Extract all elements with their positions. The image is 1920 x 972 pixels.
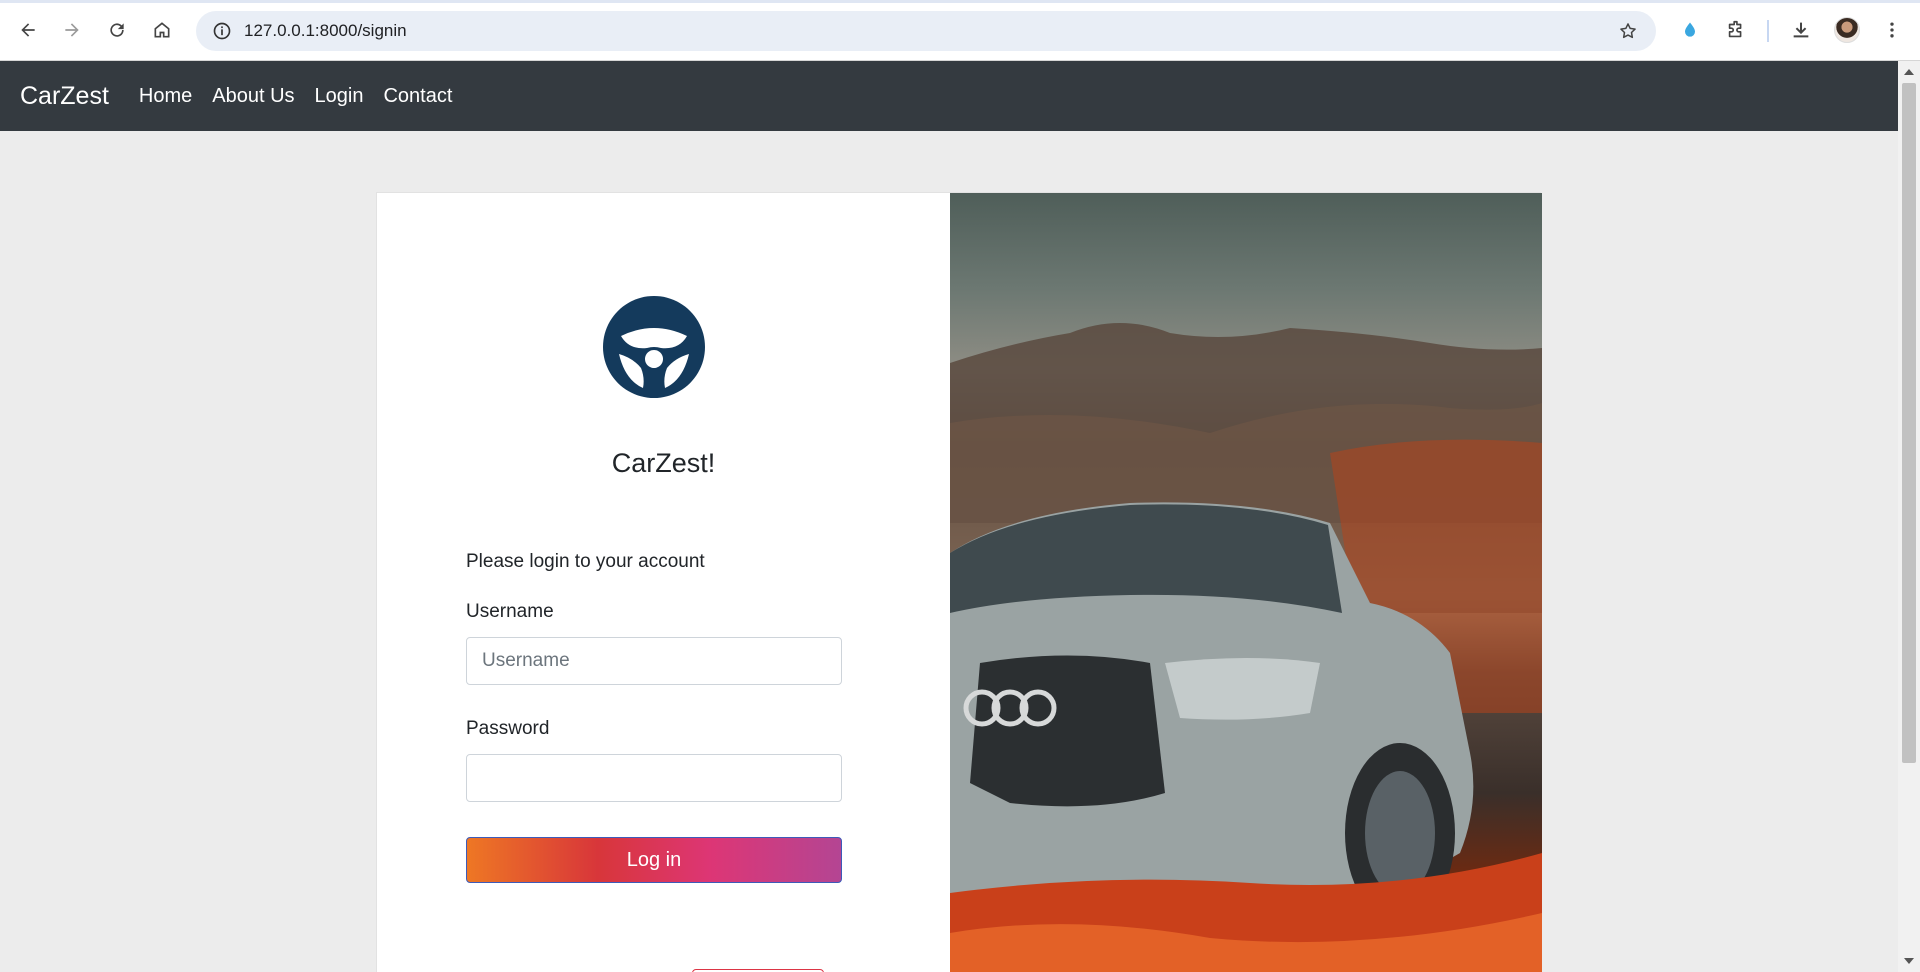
steering-wheel-icon [602, 296, 705, 398]
bookmark-star-icon[interactable] [1618, 21, 1638, 41]
navbar-brand[interactable]: CarZest [20, 82, 109, 111]
reload-icon [110, 23, 124, 37]
nav-link-contact[interactable]: Contact [373, 85, 462, 108]
login-button[interactable]: Log in [466, 837, 842, 883]
reload-button[interactable] [101, 14, 133, 46]
login-prompt: Please login to your account [466, 551, 705, 572]
app-navbar: CarZest Home About Us Login Contact [0, 61, 1898, 131]
profile-avatar[interactable] [1834, 17, 1860, 43]
page-scrollbar[interactable] [1898, 61, 1920, 972]
scrollbar-thumb[interactable] [1902, 83, 1916, 763]
login-card: CarZest! Please login to your account Us… [376, 192, 1542, 972]
extensions-puzzle-icon[interactable] [1722, 16, 1750, 44]
url-text: 127.0.0.1:8000/signin [244, 21, 407, 40]
home-button[interactable] [146, 14, 178, 46]
menu-kebab-icon[interactable] [1878, 16, 1906, 44]
home-icon [154, 22, 170, 38]
card-title: CarZest! [611, 448, 716, 478]
password-input[interactable] [466, 754, 842, 802]
nav-link-login[interactable]: Login [305, 85, 374, 108]
site-info-icon[interactable] [202, 11, 242, 51]
scroll-down-icon[interactable] [1904, 958, 1914, 964]
toolbar-divider [1767, 20, 1769, 42]
car-photo [950, 193, 1542, 972]
back-button[interactable] [12, 14, 44, 46]
username-input[interactable] [466, 637, 842, 685]
forward-icon [65, 23, 79, 37]
page-viewport: CarZest Home About Us Login Contact CarZ… [0, 61, 1898, 972]
scroll-up-icon[interactable] [1904, 69, 1914, 75]
download-icon[interactable] [1787, 16, 1815, 44]
username-label: Username [466, 601, 554, 622]
browser-toolbar: 127.0.0.1:8000/signin [0, 0, 1920, 61]
login-form-column: CarZest! Please login to your account Us… [377, 193, 950, 972]
car-photo-illustration [950, 323, 1542, 972]
tab-strip-edge [0, 0, 1920, 3]
extension-drop-icon[interactable] [1676, 16, 1704, 44]
nav-link-home[interactable]: Home [129, 85, 202, 108]
back-icon [21, 23, 35, 37]
password-label: Password [466, 718, 550, 739]
address-bar[interactable]: 127.0.0.1:8000/signin [196, 11, 1656, 51]
nav-link-about-us[interactable]: About Us [202, 85, 304, 108]
forward-button[interactable] [56, 14, 88, 46]
